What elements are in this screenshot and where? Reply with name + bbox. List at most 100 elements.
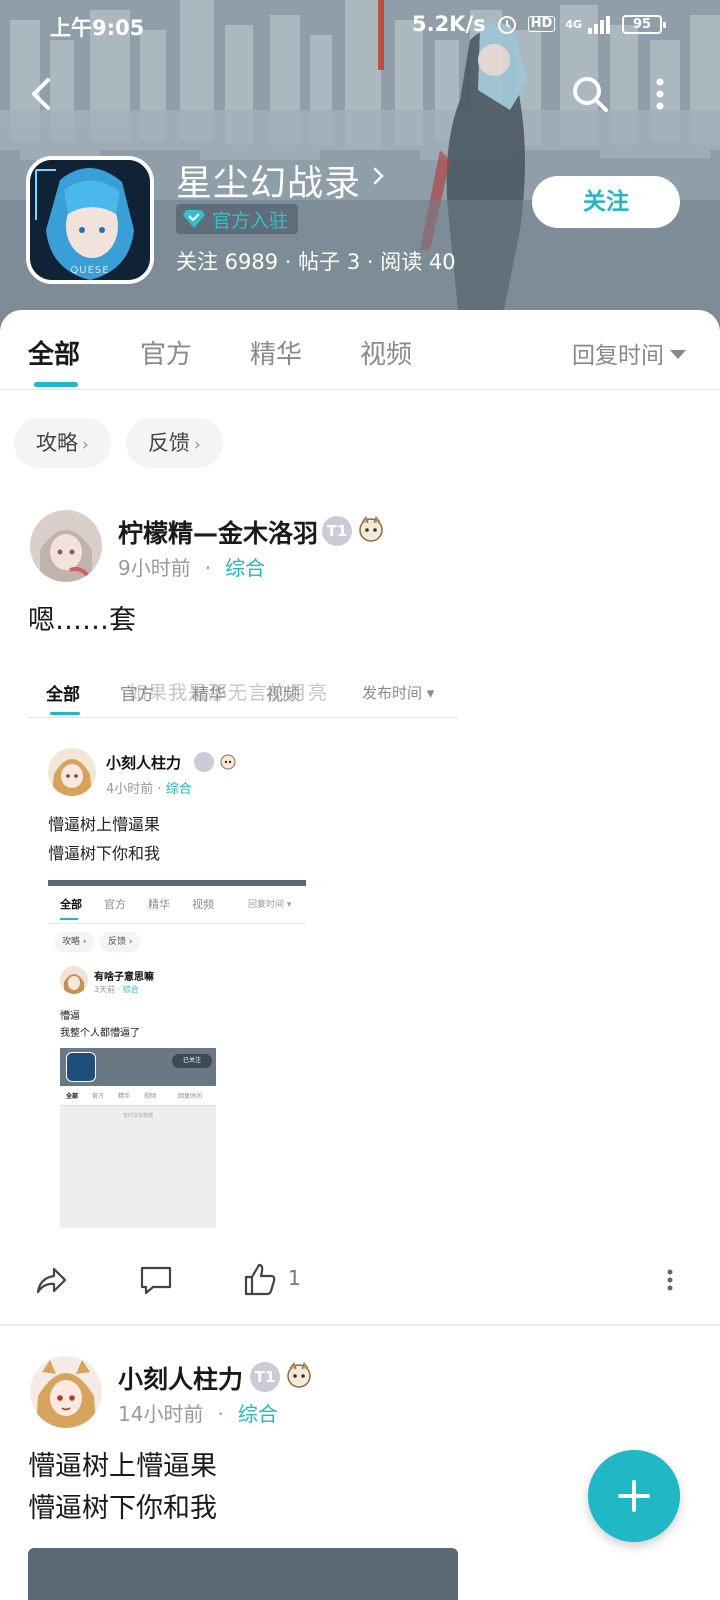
nested-user-name: 有啥子意思嘛 xyxy=(94,972,154,983)
screen: 上午9:05 5.2K/s HD 4G 95 QUESE 星尘幻战录 官方入驻 … xyxy=(0,0,720,1600)
tab-video[interactable]: 视频 xyxy=(360,334,412,371)
deep-tab: 视频 xyxy=(144,1093,157,1100)
nested-time: 3天前 xyxy=(94,985,116,994)
follow-button[interactable]: 关注 xyxy=(532,176,680,228)
nested-chip-label: 攻略 xyxy=(62,937,81,947)
alarm-icon xyxy=(497,16,516,34)
nested-text: 懵逼 我整个人都懵逼了 xyxy=(60,1008,140,1042)
deep-tab: 官方 xyxy=(92,1093,105,1100)
nested-meta: 3天前 · 综合 xyxy=(94,985,139,994)
more-vertical-icon[interactable] xyxy=(648,74,672,114)
game-icon: QUESE xyxy=(26,156,154,284)
game-icon-art xyxy=(30,160,150,280)
post-text: 嗯……套 xyxy=(28,605,136,636)
deep-header: 已关注 xyxy=(60,1048,216,1086)
filter-chip-guide[interactable]: 攻略 › xyxy=(14,418,111,468)
official-badge-label: 官方入驻 xyxy=(212,209,289,232)
nested-text-line: 懵逼 xyxy=(60,1011,80,1022)
tab-all[interactable]: 全部 xyxy=(28,334,80,371)
sort-dropdown[interactable]: 回复时间 xyxy=(572,336,686,370)
embedded-avatar xyxy=(48,748,96,796)
tab-bar: 全部 官方 精华 视频 回复时间 xyxy=(0,310,720,390)
nested-chip-label: 反馈 xyxy=(108,937,127,947)
chevron-right-icon: › xyxy=(82,435,89,455)
game-icon-caption: QUESE xyxy=(70,265,110,276)
deep-tab-bar: 全部 官方 精华 视频 回复时间 xyxy=(60,1086,216,1106)
nested-avatar xyxy=(60,966,88,994)
status-time: 上午9:05 xyxy=(50,16,145,40)
nested-tab-bar: 全部 官方 精华 视频 回复时间 ▾ xyxy=(48,886,306,924)
post-text: 懵逼树上懵逼果 懵逼树下你和我 xyxy=(28,1446,217,1530)
post-meta: 14小时前 · 综合 xyxy=(118,1398,278,1427)
post-image[interactable] xyxy=(28,1548,458,1600)
post-category[interactable]: 综合 xyxy=(238,1402,278,1426)
like-count: 1 xyxy=(288,1266,301,1290)
deep-empty-state: 暂时没有数据 xyxy=(122,1113,153,1119)
nested-sort: 回复时间 ▾ xyxy=(248,900,292,910)
embedded-avatar-image xyxy=(48,748,96,796)
user-name[interactable]: 小刻人柱力 xyxy=(118,1360,243,1396)
embedded-text-line: 懵逼树上懵逼果 xyxy=(48,815,161,834)
share-icon[interactable] xyxy=(30,1260,70,1300)
caret-down-icon xyxy=(670,349,686,359)
diamond-verified-icon xyxy=(183,210,205,228)
post-divider xyxy=(0,1324,720,1326)
post-image[interactable]: 全部 官方 精华 视频 发布时间 ▾ 如果我是那无言的月亮 小刻人柱力 4小时前… xyxy=(28,662,458,1242)
nested-text-line: 我整个人都懵逼了 xyxy=(60,1028,140,1039)
embedded-mascot-icon xyxy=(220,754,236,770)
nested-chip: 反馈 › xyxy=(100,932,141,952)
embedded-post-image: 全部 官方 精华 视频 回复时间 ▾ 攻略 › 反馈 › 有啥子意思嘛 3天前 … xyxy=(48,880,306,1240)
embedded-meta: 4小时前 · 综合 xyxy=(106,782,192,797)
game-title[interactable]: 星尘幻战录 xyxy=(176,154,361,206)
post-text-line: 懵逼树上懵逼果 xyxy=(28,1451,217,1482)
filter-chip-feedback[interactable]: 反馈 › xyxy=(126,418,223,468)
search-icon[interactable] xyxy=(568,72,612,116)
post-meta: 9小时前 · 综合 xyxy=(118,552,265,581)
post-time: 14小时前 xyxy=(118,1402,204,1426)
embedded-text: 懵逼树上懵逼果 懵逼树下你和我 xyxy=(48,810,160,868)
post-time: 9小时前 xyxy=(118,556,191,580)
filter-chip-label: 反馈 xyxy=(148,431,190,455)
embedded-sort-label: 发布时间 xyxy=(362,684,423,702)
nested-avatar-image xyxy=(60,966,88,994)
official-badge: 官方入驻 xyxy=(176,204,299,234)
battery-indicator: 95 xyxy=(622,14,666,34)
status-indicators: 5.2K/s HD 4G 95 xyxy=(412,12,666,36)
embedded-time: 4小时前 xyxy=(106,782,154,797)
nested-tab-indicator xyxy=(60,918,78,920)
nested-tab: 精华 xyxy=(148,898,170,911)
nested-sort-label: 回复时间 xyxy=(248,900,285,910)
avatar-image xyxy=(30,510,102,582)
nested-post-image: 已关注 全部 官方 精华 视频 回复时间 暂时没有数据 xyxy=(60,1048,216,1228)
user-name[interactable]: 柠檬精—金木洛羽 xyxy=(118,514,318,550)
chevron-right-icon[interactable] xyxy=(368,164,388,188)
meta-separator: · xyxy=(204,556,212,580)
nested-chip: 攻略 › xyxy=(54,932,95,952)
level-badge: T1 xyxy=(250,1362,280,1392)
add-post-button[interactable] xyxy=(588,1450,680,1542)
meta-separator: · xyxy=(217,1402,224,1426)
post-category[interactable]: 综合 xyxy=(225,556,265,580)
signal-icon xyxy=(588,16,610,34)
sort-label: 回复时间 xyxy=(572,343,664,369)
nested-tab: 全部 xyxy=(60,898,82,911)
deep-sort: 回复时间 xyxy=(178,1093,203,1100)
comment-icon[interactable] xyxy=(136,1260,176,1300)
avatar[interactable] xyxy=(30,510,102,582)
tab-official[interactable]: 官方 xyxy=(140,334,192,371)
avatar[interactable] xyxy=(30,1356,102,1428)
level-badge: T1 xyxy=(322,516,352,546)
filter-chip-label: 攻略 xyxy=(36,431,78,455)
more-vertical-icon[interactable] xyxy=(660,1258,680,1302)
deep-tab: 精华 xyxy=(118,1093,131,1100)
embedded-tab: 全部 xyxy=(46,685,80,705)
embedded-user-name: 小刻人柱力 xyxy=(106,754,182,772)
deep-tab: 全部 xyxy=(66,1093,79,1100)
back-arrow-icon[interactable] xyxy=(24,72,60,116)
hd-indicator: HD xyxy=(527,16,556,32)
embedded-category: 综合 xyxy=(165,782,192,797)
status-bar: 上午9:05 5.2K/s HD 4G 95 xyxy=(0,8,720,44)
nested-tab: 视频 xyxy=(192,898,214,911)
tab-featured[interactable]: 精华 xyxy=(250,334,302,371)
thumbs-up-icon[interactable] xyxy=(240,1260,280,1300)
